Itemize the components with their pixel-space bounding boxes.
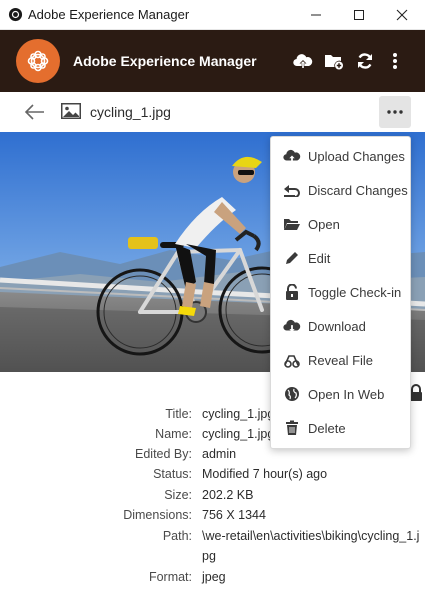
menu-item-label: Toggle Check-in bbox=[308, 284, 402, 300]
more-options-button[interactable] bbox=[384, 50, 406, 72]
property-label: Dimensions: bbox=[123, 508, 192, 522]
property-value: 756 X 1344 bbox=[202, 508, 266, 522]
undo-icon bbox=[283, 181, 301, 199]
window-title: Adobe Experience Manager bbox=[28, 7, 190, 22]
property-value: 202.2 KB bbox=[202, 488, 254, 502]
property-label: Title: bbox=[165, 407, 192, 421]
asset-actions-button[interactable] bbox=[379, 96, 411, 128]
property-label: Size: bbox=[164, 488, 192, 502]
property-label: Status: bbox=[153, 467, 192, 481]
maximize-button[interactable] bbox=[336, 0, 382, 30]
menu-item-discard-changes[interactable]: Discard Changes bbox=[271, 173, 410, 207]
folder-add-icon bbox=[325, 55, 343, 70]
refresh-button[interactable] bbox=[354, 50, 376, 72]
aem-logo-icon bbox=[16, 39, 60, 83]
more-vertical-icon bbox=[393, 53, 397, 69]
menu-item-delete[interactable]: Delete bbox=[271, 411, 410, 445]
menu-item-label: Open In Web bbox=[308, 386, 385, 402]
maximize-icon bbox=[354, 10, 364, 20]
image-file-icon bbox=[61, 103, 81, 119]
close-icon bbox=[396, 9, 408, 21]
reveal-file-icon bbox=[283, 351, 301, 369]
minimize-icon bbox=[311, 14, 321, 16]
menu-item-toggle-checkin[interactable]: Toggle Check-in bbox=[271, 275, 410, 309]
menu-item-edit[interactable]: Edit bbox=[271, 241, 410, 275]
menu-item-upload-changes[interactable]: Upload Changes bbox=[271, 139, 410, 173]
menu-item-reveal-file[interactable]: Reveal File bbox=[271, 343, 410, 377]
cloud-upload-icon bbox=[293, 54, 313, 68]
refresh-icon bbox=[358, 53, 372, 69]
menu-item-open-in-web[interactable]: Open In Web bbox=[271, 377, 410, 411]
window-titlebar: Adobe Experience Manager bbox=[0, 0, 425, 30]
lock-icon[interactable] bbox=[409, 384, 423, 402]
app-title: Adobe Experience Manager bbox=[73, 53, 257, 69]
upload-button[interactable] bbox=[292, 50, 314, 72]
menu-item-open[interactable]: Open bbox=[271, 207, 410, 241]
property-label: Path: bbox=[162, 529, 192, 543]
property-value: \we-retail\en\activities\biking\cycling_… bbox=[202, 529, 420, 563]
minimize-button[interactable] bbox=[293, 0, 339, 30]
menu-item-label: Upload Changes bbox=[308, 148, 405, 164]
pencil-icon bbox=[283, 249, 301, 267]
close-window-button[interactable] bbox=[379, 0, 425, 30]
asset-filename: cycling_1.jpg bbox=[90, 104, 171, 120]
menu-item-label: Download bbox=[308, 318, 366, 334]
back-arrow-icon[interactable] bbox=[24, 102, 46, 122]
menu-item-label: Edit bbox=[308, 250, 331, 266]
menu-item-download[interactable]: Download bbox=[271, 309, 410, 343]
lock-open-icon bbox=[283, 283, 301, 301]
property-label: Edited By: bbox=[135, 447, 192, 461]
app-header: Adobe Experience Manager bbox=[0, 30, 425, 92]
menu-item-label: Delete bbox=[308, 420, 346, 436]
cloud-download-icon bbox=[283, 317, 301, 335]
property-label: Format: bbox=[148, 570, 192, 584]
cloud-upload-icon bbox=[283, 147, 301, 165]
property-label: Name: bbox=[155, 427, 192, 441]
app-icon bbox=[8, 7, 23, 22]
trash-icon bbox=[283, 419, 301, 437]
new-folder-button[interactable] bbox=[323, 50, 345, 72]
menu-item-label: Open bbox=[308, 216, 340, 232]
folder-open-icon bbox=[283, 215, 301, 233]
globe-icon bbox=[283, 385, 301, 403]
more-horizontal-icon bbox=[387, 110, 403, 114]
menu-item-label: Reveal File bbox=[308, 352, 374, 368]
property-value: jpeg bbox=[202, 570, 226, 584]
property-value: Modified 7 hour(s) ago bbox=[202, 467, 328, 481]
menu-item-label: Discard Changes bbox=[308, 182, 408, 198]
asset-toolbar: cycling_1.jpg bbox=[0, 92, 425, 132]
asset-actions-menu: Upload Changes Discard Changes Open Edit bbox=[270, 136, 411, 449]
